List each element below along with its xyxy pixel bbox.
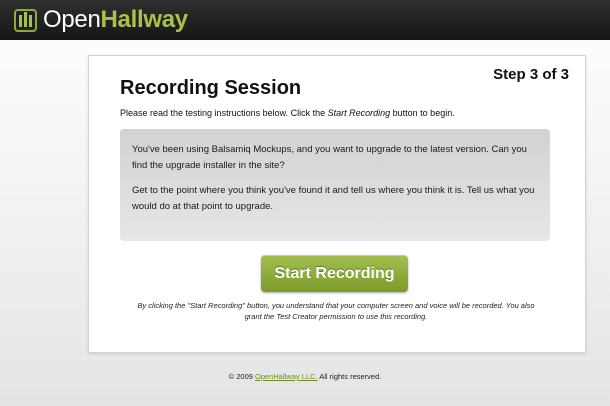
instruction-paragraph: Get to the point where you think you've … bbox=[132, 185, 535, 212]
logo-text: OpenHallway bbox=[43, 7, 188, 33]
recording-session-card: Step 3 of 3 Recording Session Please rea… bbox=[88, 55, 586, 353]
start-recording-button[interactable]: Start Recording bbox=[261, 255, 408, 292]
instructions-box: You've been using Balsamiq Mockups, and … bbox=[120, 129, 550, 241]
logo-text-hallway: Hallway bbox=[100, 6, 189, 33]
intro-text-emphasis: Start Recording bbox=[327, 108, 391, 118]
intro-text-before: Please read the testing instructions bel… bbox=[120, 108, 328, 118]
copyright-after: All rights reserved. bbox=[317, 372, 382, 381]
recording-disclaimer: By clicking the "Start Recording" button… bbox=[137, 301, 535, 321]
intro-text: Please read the testing instructions bel… bbox=[120, 108, 455, 118]
logo-text-open: Open bbox=[43, 6, 101, 33]
top-bar: OpenHallway bbox=[0, 0, 610, 40]
company-link[interactable]: OpenHallway LLC. bbox=[255, 372, 318, 381]
copyright-before: © 2009 bbox=[228, 372, 256, 381]
intro-text-after: button to begin. bbox=[390, 108, 455, 118]
step-indicator: Step 3 of 3 bbox=[493, 66, 569, 83]
footer: © 2009 OpenHallway LLC. All rights reser… bbox=[0, 372, 610, 381]
instruction-paragraph: You've been using Balsamiq Mockups, and … bbox=[132, 144, 527, 171]
openhallway-logo[interactable]: OpenHallway bbox=[14, 7, 188, 33]
bars-icon bbox=[14, 8, 37, 32]
page-title: Recording Session bbox=[120, 77, 302, 99]
